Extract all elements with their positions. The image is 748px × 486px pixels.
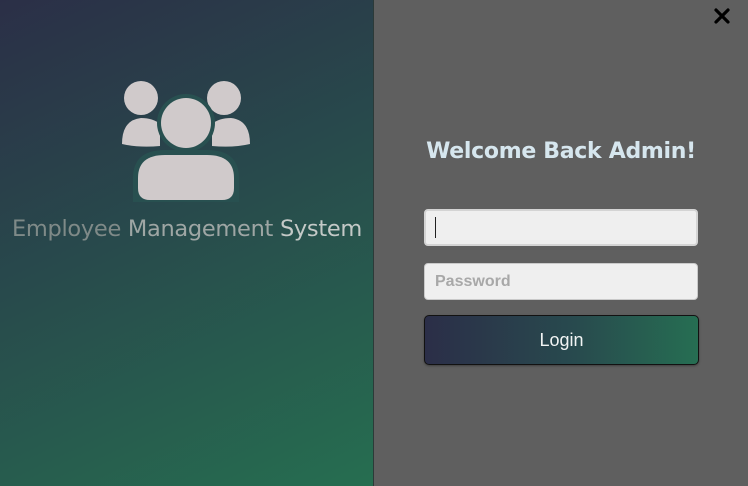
close-icon[interactable] xyxy=(712,6,732,26)
login-panel: Welcome Back Admin! Login xyxy=(374,0,748,486)
app-title-word-1: Employee xyxy=(11,216,121,242)
login-button[interactable]: Login xyxy=(424,315,699,365)
app-title-word-2: Management xyxy=(127,216,274,242)
text-caret xyxy=(435,217,436,238)
brand-panel: Employee Management System xyxy=(0,0,374,486)
app-title: Employee Management System xyxy=(0,216,374,242)
username-input[interactable] xyxy=(424,209,698,246)
welcome-heading: Welcome Back Admin! xyxy=(426,139,696,164)
app-title-word-3: System xyxy=(279,216,363,242)
password-input[interactable] xyxy=(424,263,698,300)
login-window: Employee Management System Welcome Back … xyxy=(0,0,748,486)
users-group-icon xyxy=(122,81,250,202)
